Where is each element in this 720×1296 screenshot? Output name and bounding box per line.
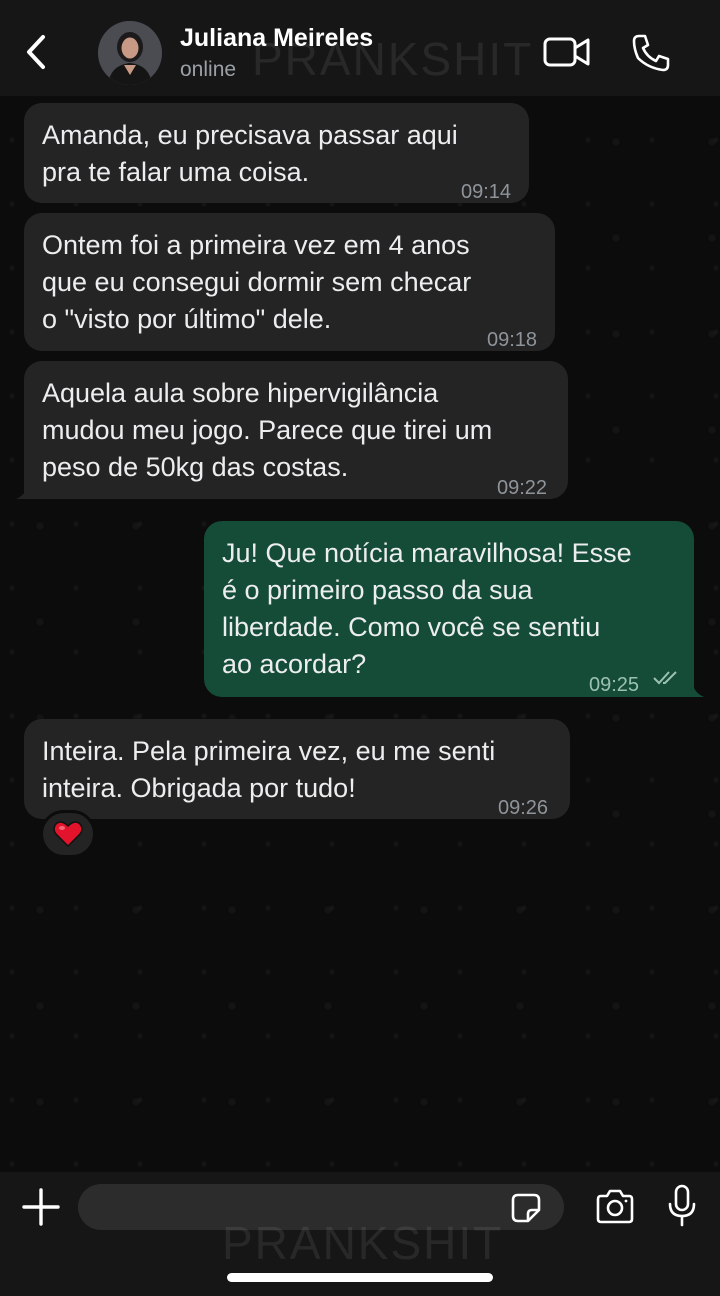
avatar[interactable] [98,21,162,85]
message-time: 09:18 [487,329,538,351]
bubble-tail [16,480,36,499]
heart-icon [53,821,83,848]
chat-header: Juliana Meireles online PRANKSHIT [0,0,720,96]
message-time: 09:14 [461,181,512,203]
voice-call-button[interactable] [630,32,672,74]
chat-screen: Juliana Meireles online PRANKSHIT PRANKS… [0,0,720,1296]
message-bubble-incoming[interactable]: Inteira. Pela primeira vez, eu me senti … [24,719,570,819]
camera-button[interactable] [594,1188,636,1226]
message-line: Inteira. Pela primeira vez, eu me senti [42,736,496,766]
microphone-button[interactable] [666,1184,698,1228]
video-call-button[interactable] [542,34,592,70]
message-reaction[interactable] [40,810,96,858]
plus-icon [22,1188,60,1226]
message-input[interactable] [78,1184,564,1230]
message-time: 09:26 [498,797,549,819]
message-line: pra te falar uma coisa. [42,157,310,187]
message-line: mudou meu jogo. Parece que tirei um [42,415,493,445]
message-line: é o primeiro passo da sua [222,575,533,605]
message-line: Ju! Que notícia maravilhosa! Esse [222,538,632,568]
attach-button[interactable] [20,1186,62,1228]
phone-icon [632,34,670,72]
message-bubble-incoming[interactable]: Amanda, eu precisava passar aqui pra te … [24,103,529,203]
chevron-left-icon [27,35,45,69]
avatar-image [98,21,162,85]
contact-status: online [180,58,237,81]
message-line: liberdade. Como você se sentiu [222,612,601,642]
video-call-icon [543,37,590,67]
message-bubble-incoming[interactable]: Ontem foi a primeira vez em 4 anos que e… [24,213,555,351]
message-line: inteira. Obrigada por tudo! [42,773,356,803]
message-bubble-incoming[interactable]: Aquela aula sobre hipervigilância mudou … [24,361,568,499]
sticker-icon [511,1193,541,1223]
sticker-button[interactable] [510,1192,542,1224]
camera-icon [596,1189,634,1224]
double-check-icon [653,671,677,685]
home-indicator [227,1273,493,1282]
bubble-tail [684,678,704,697]
message-line: Aquela aula sobre hipervigilância [42,378,439,408]
contact-name[interactable]: Juliana Meireles [180,24,373,53]
message-line: o "visto por último" dele. [42,304,332,334]
message-bubble-outgoing[interactable]: Ju! Que notícia maravilhosa! Esse é o pr… [204,521,694,697]
composer-bar: PRANKSHIT [0,1172,720,1296]
message-line: peso de 50kg das costas. [42,452,349,482]
message-time: 09:22 [497,477,548,499]
back-button[interactable] [18,30,54,74]
microphone-icon [668,1184,696,1227]
message-line: que eu consegui dormir sem checar [42,267,472,297]
message-time: 09:25 [589,674,640,696]
message-line: Amanda, eu precisava passar aqui [42,120,458,150]
message-line: Ontem foi a primeira vez em 4 anos [42,230,470,260]
